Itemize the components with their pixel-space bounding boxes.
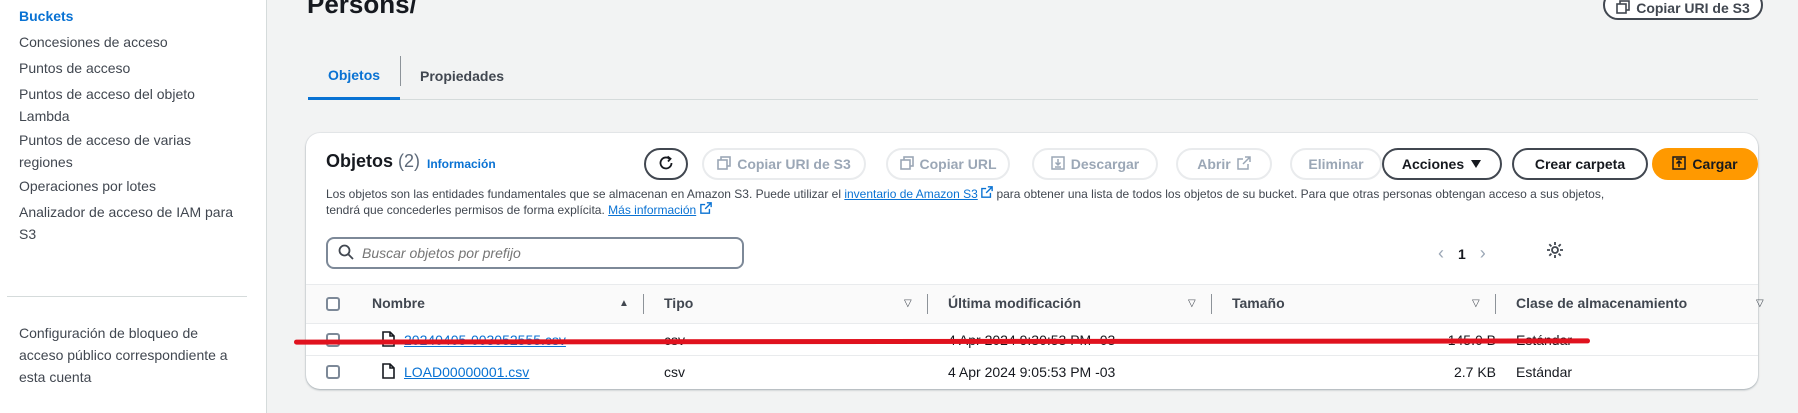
description-text-1: Los objetos son las entidades fundamenta… <box>326 187 845 201</box>
object-last-modified: 4 Apr 2024 9:05:53 PM -03 <box>948 364 1116 380</box>
open-button[interactable]: Abrir <box>1176 148 1272 180</box>
copy-url-label: Copiar URL <box>919 156 997 172</box>
tab-objects[interactable]: Objetos <box>308 52 400 100</box>
download-button[interactable]: Descargar <box>1032 148 1158 180</box>
copy-s3-uri-header-label: Copiar URI de S3 <box>1636 0 1750 16</box>
sort-icon[interactable]: ▽ <box>1472 298 1480 309</box>
upload-button[interactable]: Cargar <box>1652 148 1758 180</box>
column-header-type[interactable]: Tipo <box>664 295 693 311</box>
object-type: csv <box>664 364 685 380</box>
caret-down-icon <box>1470 156 1482 172</box>
sort-icon[interactable]: ▽ <box>904 298 912 309</box>
copy-url-button[interactable]: Copiar URL <box>886 148 1010 180</box>
inventory-link[interactable]: inventario de Amazon S3 <box>844 187 977 201</box>
create-folder-label: Crear carpeta <box>1534 156 1626 172</box>
column-header-name[interactable]: Nombre <box>372 295 425 311</box>
more-info-link[interactable]: Más información <box>608 203 696 217</box>
copy-icon <box>899 155 914 173</box>
copy-icon <box>1616 0 1631 17</box>
tab-bar: Objetos Propiedades <box>308 52 1758 100</box>
external-link-icon <box>981 186 993 201</box>
open-label: Abrir <box>1197 156 1231 172</box>
column-separator <box>927 294 928 314</box>
search-icon <box>338 244 354 263</box>
copy-s3-uri-label: Copiar URI de S3 <box>737 156 851 172</box>
refresh-button[interactable] <box>644 148 688 180</box>
column-separator <box>643 294 644 314</box>
column-header-storage-class[interactable]: Clase de almacenamiento <box>1516 295 1687 311</box>
row-checkbox[interactable] <box>326 365 340 379</box>
sidebar-item-access-grants[interactable]: Concesiones de acceso <box>19 31 239 53</box>
object-size: 2.7 KB <box>1453 364 1496 380</box>
sidebar-divider <box>7 296 247 297</box>
column-header-size[interactable]: Tamaño <box>1232 295 1285 311</box>
refresh-icon <box>657 154 675 175</box>
objects-description: Los objetos son las entidades fundamenta… <box>326 186 1616 218</box>
objects-panel-title: Objetos (2) <box>326 151 420 172</box>
info-link[interactable]: Información <box>427 157 496 171</box>
file-icon <box>382 363 395 382</box>
copy-s3-uri-button[interactable]: Copiar URI de S3 <box>702 148 866 180</box>
actions-dropdown[interactable]: Acciones <box>1382 148 1502 180</box>
tab-properties[interactable]: Propiedades <box>412 52 512 100</box>
column-separator <box>1211 294 1212 314</box>
copy-s3-uri-header-button[interactable]: Copiar URI de S3 <box>1603 0 1763 20</box>
object-name-link[interactable]: LOAD00000001.csv <box>404 364 529 380</box>
sort-icon[interactable]: ▽ <box>1188 298 1196 309</box>
sort-ascending-icon[interactable]: ▲ <box>619 298 629 309</box>
sidebar-item-batch-operations[interactable]: Operaciones por lotes <box>19 175 239 197</box>
upload-label: Cargar <box>1692 156 1738 172</box>
chevron-right-icon[interactable]: › <box>1480 243 1486 264</box>
create-folder-button[interactable]: Crear carpeta <box>1512 148 1648 180</box>
sidebar-item-buckets[interactable]: Buckets <box>19 5 239 27</box>
search-box <box>326 237 744 269</box>
chevron-left-icon[interactable]: ‹ <box>1438 243 1444 264</box>
gear-icon[interactable] <box>1546 241 1564 262</box>
objects-panel-title-text: Objetos <box>326 151 394 171</box>
sidebar-item-iam-access-analyzer[interactable]: Analizador de acceso de IAM para S3 <box>19 201 244 245</box>
object-storage-class: Estándar <box>1516 364 1573 380</box>
sidebar-item-multi-region-access-points[interactable]: Puntos de acceso de varias regiones <box>19 129 209 173</box>
sidebar-item-object-lambda-access-points[interactable]: Puntos de acceso del objeto Lambda <box>19 83 219 127</box>
delete-label: Eliminar <box>1308 156 1364 172</box>
sidebar: Buckets Concesiones de acceso Puntos de … <box>0 0 267 413</box>
column-separator <box>1495 294 1496 314</box>
upload-icon <box>1672 155 1687 173</box>
page-number[interactable]: 1 <box>1458 246 1466 262</box>
download-icon <box>1051 155 1065 173</box>
page-title: Persons/ <box>307 0 417 19</box>
table-header: Nombre ▲ Tipo ▽ Última modificación ▽ Ta… <box>306 284 1764 324</box>
download-label: Descargar <box>1070 156 1140 172</box>
sidebar-item-access-points[interactable]: Puntos de acceso <box>19 57 239 79</box>
sidebar-item-block-public-access[interactable]: Configuración de bloqueo de acceso públi… <box>19 322 239 388</box>
pagination: ‹ 1 › <box>1438 243 1486 264</box>
table-row[interactable]: LOAD00000001.csv csv 4 Apr 2024 9:05:53 … <box>306 356 1758 388</box>
external-link-icon <box>699 202 712 217</box>
select-all-checkbox[interactable] <box>326 297 340 311</box>
search-input[interactable] <box>362 245 732 261</box>
objects-count: (2) <box>398 151 421 171</box>
sort-icon[interactable]: ▽ <box>1756 298 1764 309</box>
actions-label: Acciones <box>1401 156 1465 172</box>
delete-button[interactable]: Eliminar <box>1290 148 1382 180</box>
objects-panel: Objetos (2) Información Copiar URI de S3… <box>306 133 1764 389</box>
external-link-icon <box>1236 155 1251 173</box>
column-header-last-modified[interactable]: Última modificación <box>948 295 1081 311</box>
copy-icon <box>717 155 732 173</box>
tab-separator <box>400 56 401 86</box>
